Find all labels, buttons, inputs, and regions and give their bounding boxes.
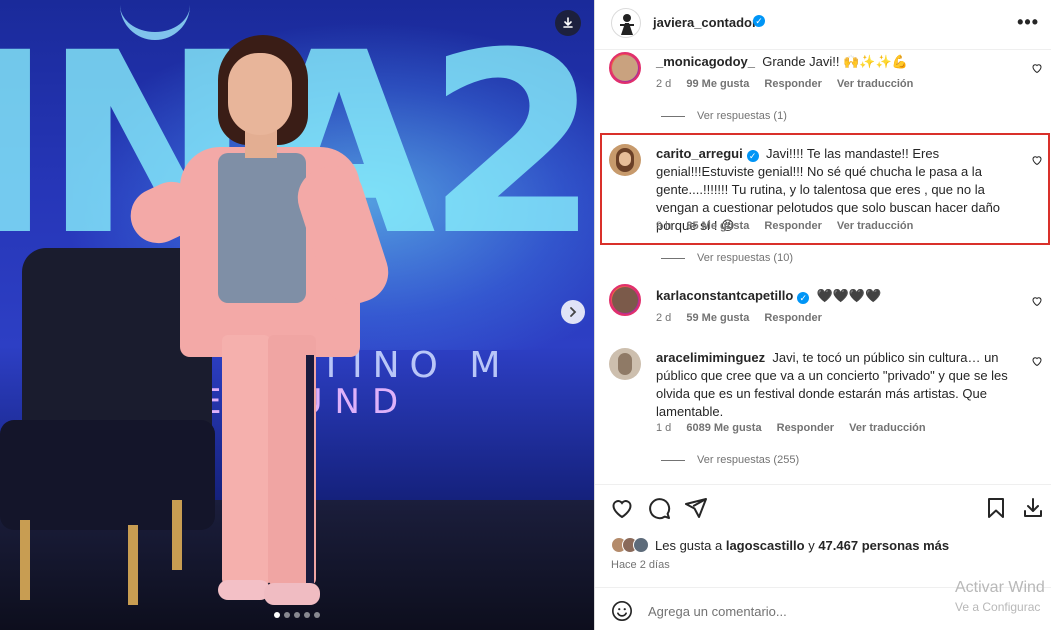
comment-body: _monicagodoy_ Grande Javi!! 🙌✨✨💪 (656, 53, 1021, 71)
comment-body: karlaconstantcapetillo ✓ 🖤🖤🖤🖤 (656, 287, 1021, 305)
save-icon[interactable] (984, 496, 1008, 520)
comment-likes[interactable]: 99 Me gusta (686, 78, 749, 90)
comment-meta: 2 d 59 Me gusta Responder (656, 312, 834, 324)
author-avatar[interactable] (611, 8, 641, 38)
post-photo[interactable]: INA2 TINO M E MUND (0, 0, 594, 630)
avatar (633, 537, 649, 553)
emoji-icon[interactable] (611, 600, 633, 622)
replies-line (661, 257, 685, 259)
comment-time[interactable]: 2 d (656, 78, 671, 90)
view-replies-link[interactable]: Ver respuestas (10) (661, 252, 793, 264)
carousel-dot[interactable] (294, 612, 300, 618)
windows-activation-watermark: Activar Wind (955, 579, 1045, 596)
carousel-dots (274, 612, 320, 618)
download-post-icon[interactable] (1021, 496, 1045, 520)
commenter-username[interactable]: _monicagodoy_ (656, 54, 755, 69)
translate-link[interactable]: Ver traducción (849, 422, 925, 434)
view-replies-link[interactable]: Ver respuestas (255) (661, 454, 799, 466)
reply-link[interactable]: Responder (777, 422, 834, 434)
comment-time[interactable]: 2 d (656, 312, 671, 324)
replies-line (661, 115, 685, 117)
carousel-dot[interactable] (314, 612, 320, 618)
carousel-dot[interactable] (274, 612, 280, 618)
translate-link[interactable]: Ver traducción (837, 78, 913, 90)
commenter-username[interactable]: karlaconstantcapetillo (656, 288, 793, 303)
share-icon[interactable] (684, 496, 708, 520)
post-header: javiera_contador ✓ ••• (595, 0, 1051, 50)
view-replies-link[interactable]: Ver respuestas (1) (661, 110, 787, 122)
comment-meta: 1 d 6089 Me gusta Responder Ver traducci… (656, 422, 938, 434)
commenter-username[interactable]: aracelimiminguez (656, 350, 765, 365)
comments-panel: javiera_contador ✓ ••• _monicagodoy_ Gra… (595, 0, 1051, 630)
comment-time[interactable]: 1 d (656, 422, 671, 434)
commenter-avatar[interactable] (609, 284, 641, 316)
post-time[interactable]: Hace 2 días (611, 559, 670, 571)
likes-prefix: Les gusta a (655, 537, 723, 553)
verified-icon: ✓ (753, 15, 765, 27)
comment-icon[interactable] (647, 496, 671, 520)
like-comment-icon[interactable] (1031, 355, 1043, 367)
like-icon[interactable] (610, 496, 634, 520)
comment-meta: 2 d 99 Me gusta Responder Ver traducción (656, 78, 925, 90)
liker-avatars (611, 537, 649, 553)
download-icon[interactable] (555, 10, 581, 36)
comment-text: Grande Javi!! 🙌✨✨💪 (762, 54, 908, 69)
carousel-next-button[interactable] (561, 300, 585, 324)
likes-mid: y (804, 537, 819, 553)
likes-summary[interactable]: Les gusta a lagoscastillo y 47.467 perso… (611, 537, 949, 553)
comment-body: aracelimiminguez Javi, te tocó un públic… (656, 349, 1021, 421)
carousel-dot[interactable] (304, 612, 310, 618)
more-options-icon[interactable]: ••• (1017, 12, 1039, 33)
comment-likes[interactable]: 6089 Me gusta (686, 422, 761, 434)
commenter-avatar[interactable] (609, 52, 641, 84)
view-replies-label[interactable]: Ver respuestas (10) (697, 252, 793, 264)
reply-link[interactable]: Responder (764, 312, 821, 324)
like-comment-icon[interactable] (1031, 62, 1043, 74)
author-username[interactable]: javiera_contador (653, 15, 757, 30)
carousel-dot[interactable] (284, 612, 290, 618)
verified-icon: ✓ (797, 292, 810, 304)
reply-link[interactable]: Responder (764, 78, 821, 90)
view-replies-label[interactable]: Ver respuestas (1) (697, 110, 787, 122)
liker-username[interactable]: lagoscastillo (726, 538, 805, 553)
windows-activation-watermark-sub: Ve a Configurac (955, 600, 1041, 614)
like-comment-icon[interactable] (1031, 295, 1043, 307)
chair-leg (20, 520, 30, 600)
likes-count[interactable]: 47.467 personas más (818, 538, 949, 553)
highlight-box (600, 133, 1050, 245)
comment-likes[interactable]: 59 Me gusta (686, 312, 749, 324)
comment-input[interactable]: Agrega un comentario... (648, 604, 787, 619)
view-replies-label[interactable]: Ver respuestas (255) (697, 454, 799, 466)
replies-line (661, 459, 685, 461)
person-figure (110, 35, 410, 625)
commenter-avatar[interactable] (609, 348, 641, 380)
comment-text: 🖤🖤🖤🖤 (816, 288, 882, 303)
